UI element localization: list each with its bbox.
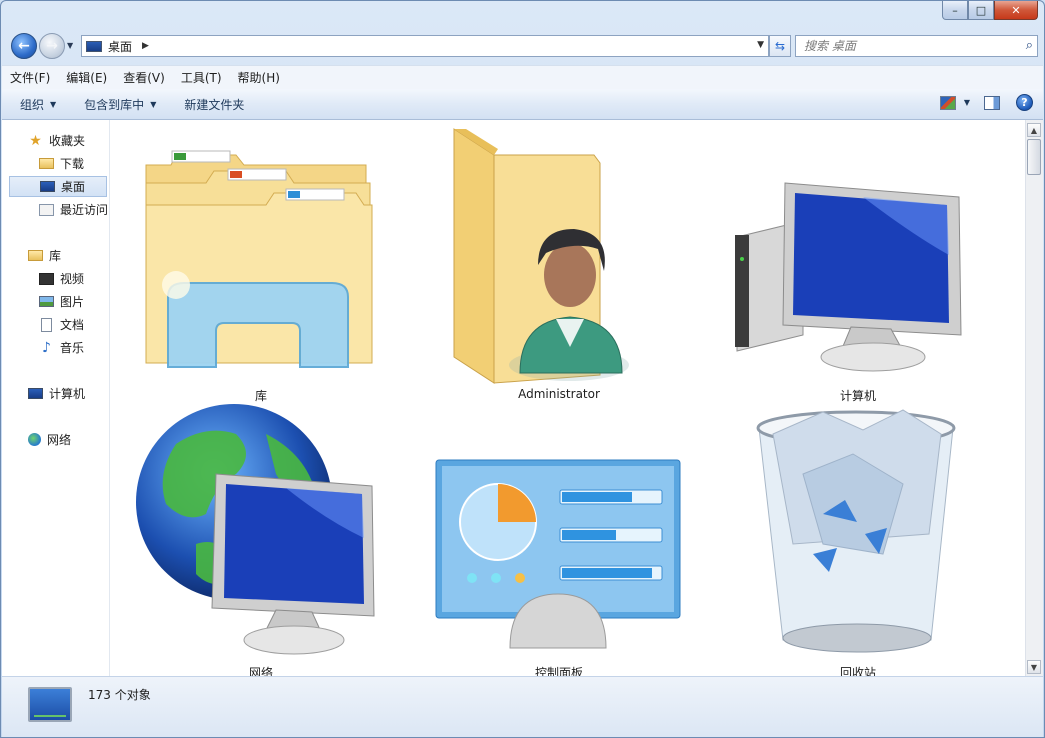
address-bar[interactable]: 桌面 ▶ ▼ xyxy=(81,35,769,57)
nav-desktop-label: 桌面 xyxy=(61,180,86,194)
desktop-item-libraries[interactable]: 库 xyxy=(136,125,386,403)
nav-network-label: 网络 xyxy=(47,433,72,447)
nav-music[interactable]: ♪ 音乐 xyxy=(2,337,108,358)
back-button[interactable]: ← xyxy=(11,33,37,59)
scroll-up-icon[interactable]: ▲ xyxy=(1027,123,1041,137)
new-folder-button[interactable]: 新建文件夹 xyxy=(174,96,254,113)
back-arrow-icon: ← xyxy=(18,38,30,54)
close-button[interactable]: ✕ xyxy=(994,1,1038,20)
music-note-icon: ♪ xyxy=(42,339,51,356)
organize-label: 组织 xyxy=(20,97,45,112)
control-panel-icon xyxy=(435,459,681,649)
nav-desktop[interactable]: 桌面 xyxy=(9,176,107,197)
nav-documents-label: 文档 xyxy=(60,318,85,332)
desktop-item-control-panel[interactable]: 控制面板 xyxy=(434,404,684,680)
nav-favorites-label: 收藏夹 xyxy=(49,134,86,148)
nav-videos[interactable]: 视频 xyxy=(2,268,108,289)
menu-help[interactable]: 帮助(H) xyxy=(230,69,288,86)
preview-pane-icon[interactable] xyxy=(984,95,1000,110)
nav-documents[interactable]: 文档 xyxy=(2,314,108,335)
item-label: 计算机 xyxy=(839,389,876,403)
recent-places-icon xyxy=(39,203,54,216)
nav-computer-label: 计算机 xyxy=(49,387,86,401)
organize-button[interactable]: 组织 ▼ xyxy=(10,96,66,113)
desktop-icon xyxy=(40,181,55,192)
recycle-bin-icon xyxy=(756,409,956,653)
command-bar: 组织 ▼ 包含到库中 ▼ 新建文件夹 ▼ ? xyxy=(2,89,1043,120)
search-box[interactable]: ⌕ xyxy=(795,35,1038,57)
desktop-item-recycle-bin[interactable]: 回收站 xyxy=(733,404,983,680)
user-folder-icon xyxy=(453,128,629,384)
nav-network[interactable]: 网络 xyxy=(2,429,108,450)
menu-bar: 文件(F) 编辑(E) 查看(V) 工具(T) 帮助(H) xyxy=(2,65,1043,90)
forward-arrow-icon: → xyxy=(46,38,58,54)
content-area: ★ 收藏夹 下载 桌面 最近访问 库 视频 图片 文档 ♪ 音乐 计算机 网络 … xyxy=(2,120,1043,680)
video-icon xyxy=(39,272,54,285)
address-location[interactable]: 桌面 xyxy=(108,38,132,55)
network-icon xyxy=(28,433,41,446)
nav-downloads[interactable]: 下载 xyxy=(2,153,108,174)
include-in-library-label: 包含到库中 xyxy=(84,97,145,112)
nav-computer[interactable]: 计算机 xyxy=(2,383,108,404)
nav-recent-label: 最近访问 xyxy=(60,203,109,217)
scrollbar-thumb[interactable] xyxy=(1027,139,1041,175)
nav-libraries[interactable]: 库 xyxy=(2,245,108,266)
status-bar: 173 个对象 xyxy=(2,676,1043,737)
computer-icon xyxy=(735,182,962,372)
change-view-icon[interactable] xyxy=(939,95,956,110)
network-globe-icon xyxy=(136,404,375,655)
desktop-item-network[interactable]: 网络 xyxy=(136,404,386,680)
item-label: Administrator xyxy=(518,387,600,401)
help-icon[interactable]: ? xyxy=(1016,94,1033,111)
nav-favorites[interactable]: ★ 收藏夹 xyxy=(2,130,108,151)
desktop-item-computer[interactable]: 计算机 xyxy=(733,125,983,403)
menu-file[interactable]: 文件(F) xyxy=(2,69,58,86)
downloads-folder-icon xyxy=(39,158,54,169)
libraries-folder-icon xyxy=(145,150,373,368)
view-controls: ▼ ? xyxy=(939,94,1033,111)
star-icon: ★ xyxy=(29,132,42,149)
refresh-button[interactable]: ⇆ xyxy=(769,35,791,57)
menu-edit[interactable]: 编辑(E) xyxy=(58,69,115,86)
include-in-library-button[interactable]: 包含到库中 ▼ xyxy=(74,96,166,113)
nav-pictures[interactable]: 图片 xyxy=(2,291,108,312)
nav-videos-label: 视频 xyxy=(60,272,85,286)
computer-icon xyxy=(28,388,43,399)
picture-icon xyxy=(39,296,54,307)
nav-downloads-label: 下载 xyxy=(60,157,85,171)
maximize-button[interactable]: □ xyxy=(968,1,994,20)
desktop-icon xyxy=(86,40,102,52)
recent-pages-dropdown[interactable]: ▼ xyxy=(67,41,73,50)
navigation-row: ← → ▼ 桌面 ▶ ▼ ⇆ ⌕ xyxy=(9,31,1038,61)
breadcrumb-chevron-icon[interactable]: ▶ xyxy=(142,41,149,51)
explorer-window: – □ ✕ ← → ▼ 桌面 ▶ ▼ ⇆ ⌕ 文件(F) 编辑(E) 查看(V)… xyxy=(0,0,1045,738)
menu-tools[interactable]: 工具(T) xyxy=(173,69,230,86)
address-dropdown-icon[interactable]: ▼ xyxy=(757,40,764,50)
refresh-icon: ⇆ xyxy=(774,39,786,53)
desktop-icon xyxy=(28,687,72,722)
desktop-item-administrator[interactable]: Administrator xyxy=(434,125,684,401)
nav-libraries-label: 库 xyxy=(49,249,62,263)
libraries-icon xyxy=(28,250,43,261)
view-options-dropdown[interactable]: ▼ xyxy=(964,98,970,107)
chevron-down-icon: ▼ xyxy=(150,99,157,109)
item-label: 库 xyxy=(254,389,267,403)
search-input[interactable] xyxy=(802,38,1016,54)
menu-view[interactable]: 查看(V) xyxy=(115,69,173,86)
new-folder-label: 新建文件夹 xyxy=(184,97,245,112)
navigation-pane: ★ 收藏夹 下载 桌面 最近访问 库 视频 图片 文档 ♪ 音乐 计算机 网络 xyxy=(2,120,110,676)
nav-music-label: 音乐 xyxy=(60,341,85,355)
forward-button[interactable]: → xyxy=(39,33,65,59)
search-icon[interactable]: ⌕ xyxy=(1026,38,1033,53)
nav-recent-places[interactable]: 最近访问 xyxy=(2,199,108,220)
nav-pictures-label: 图片 xyxy=(60,295,85,309)
vertical-scrollbar[interactable]: ▲ ▼ xyxy=(1025,120,1043,676)
object-count: 173 个对象 xyxy=(88,688,151,702)
document-icon xyxy=(41,317,52,332)
scroll-down-icon[interactable]: ▼ xyxy=(1027,660,1041,674)
chevron-down-icon: ▼ xyxy=(50,99,57,109)
caption-buttons: – □ ✕ xyxy=(942,1,1038,20)
minimize-button[interactable]: – xyxy=(942,1,968,20)
